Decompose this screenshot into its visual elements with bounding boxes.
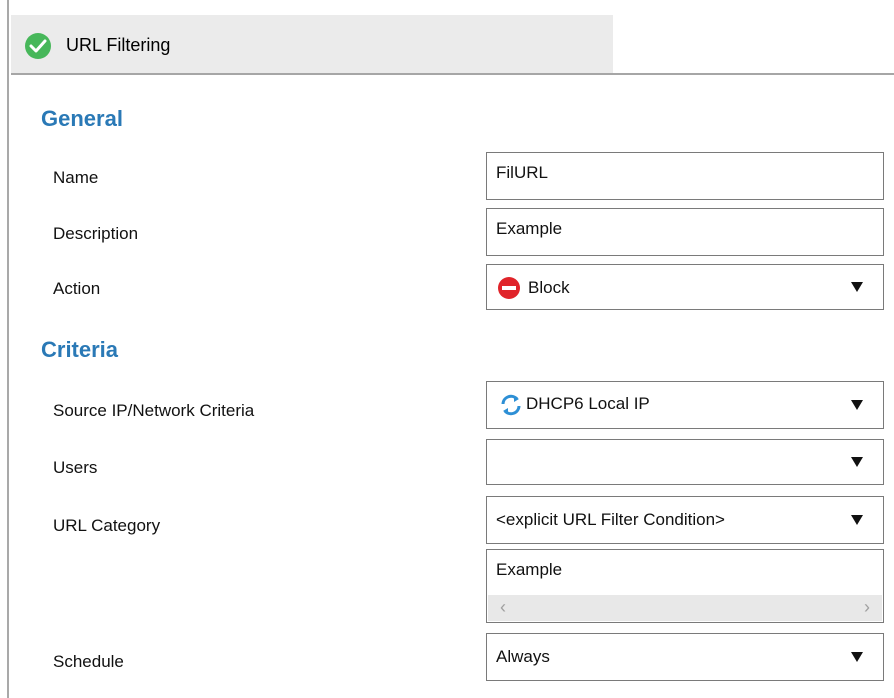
tab-underline: [11, 73, 894, 75]
source-value: DHCP6 Local IP: [526, 394, 650, 413]
description-field[interactable]: Example: [486, 208, 884, 256]
schedule-label: Schedule: [53, 652, 124, 671]
url-category-dropdown[interactable]: <explicit URL Filter Condition>: [486, 496, 884, 544]
name-field[interactable]: FilURL: [486, 152, 884, 200]
schedule-value: Always: [496, 647, 550, 666]
url-category-value: <explicit URL Filter Condition>: [496, 510, 725, 529]
action-dropdown[interactable]: Block: [486, 264, 884, 310]
url-category-list[interactable]: Example ‹ ›: [486, 549, 884, 623]
horizontal-scrollbar[interactable]: ‹ ›: [488, 595, 882, 621]
section-heading-criteria: Criteria: [41, 337, 119, 362]
source-label: Source IP/Network Criteria: [53, 401, 255, 420]
left-edge-divider: [7, 0, 9, 698]
name-label: Name: [53, 168, 99, 187]
users-label: Users: [53, 458, 98, 477]
source-dropdown[interactable]: DHCP6 Local IP: [486, 381, 884, 429]
chevron-down-icon: [851, 515, 863, 525]
name-value: FilURL: [496, 163, 548, 182]
schedule-dropdown[interactable]: Always: [486, 633, 884, 681]
scroll-right-icon[interactable]: ›: [864, 597, 870, 618]
description-label: Description: [53, 224, 139, 243]
url-category-label: URL Category: [53, 516, 161, 535]
section-heading-general: General: [41, 106, 123, 131]
chevron-down-icon: [851, 282, 863, 292]
description-value: Example: [496, 219, 563, 238]
network-refresh-icon: [501, 394, 521, 416]
chevron-down-icon: [851, 457, 863, 467]
tab-title: URL Filtering: [66, 35, 171, 55]
block-icon: [498, 277, 520, 299]
scroll-left-icon[interactable]: ‹: [500, 597, 506, 618]
chevron-down-icon: [851, 652, 863, 662]
users-dropdown[interactable]: [486, 439, 884, 485]
check-circle-icon: [25, 33, 51, 59]
action-label: Action: [53, 279, 101, 298]
chevron-down-icon: [851, 400, 863, 410]
list-item[interactable]: Example: [496, 560, 562, 580]
action-value: Block: [528, 278, 570, 297]
